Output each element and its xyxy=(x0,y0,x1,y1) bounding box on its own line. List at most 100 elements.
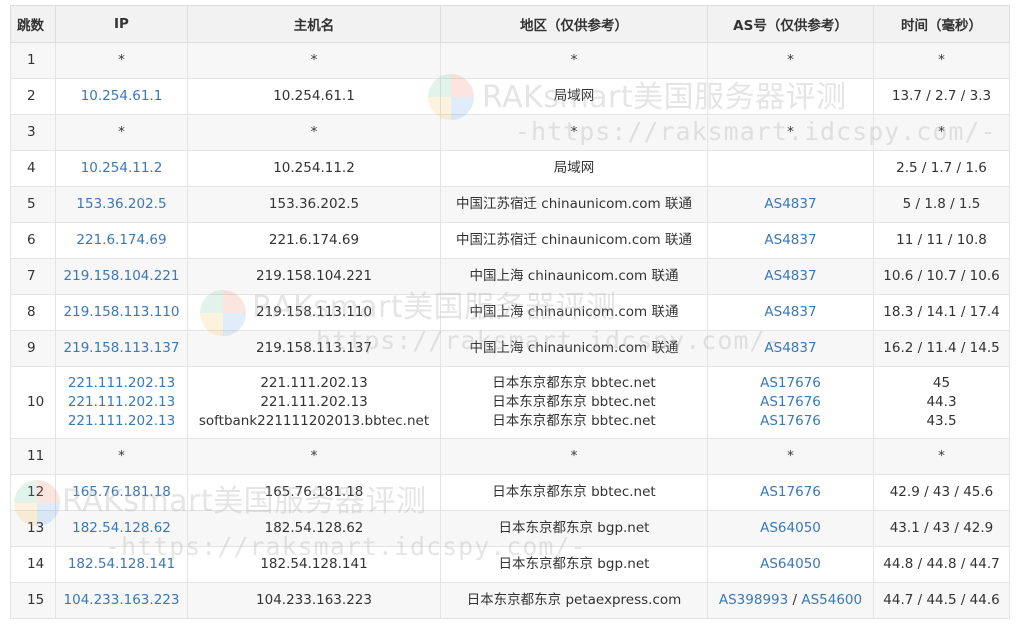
ip-cell: 165.76.181.18 xyxy=(55,474,188,511)
header-time: 时间（毫秒） xyxy=(873,5,1010,43)
as-cell: AS4837 xyxy=(707,222,874,259)
hostname-cell: 104.233.163.223 xyxy=(187,582,441,619)
as-link[interactable]: AS17676 xyxy=(708,412,873,431)
as-cell: * xyxy=(707,42,874,79)
hostname-line: softbank221111202013.bbtec.net xyxy=(198,413,430,429)
table-row: 3 * * * * * xyxy=(10,114,1010,151)
table-row: 5 153.36.202.5 153.36.202.5 中国江苏宿迁 china… xyxy=(10,186,1010,223)
hop-cell: 2 xyxy=(10,78,56,115)
header-hostname: 主机名 xyxy=(187,5,441,43)
time-cell: 10.6 / 10.7 / 10.6 xyxy=(873,258,1010,295)
as-cell xyxy=(707,78,874,115)
ip-link[interactable]: 10.254.61.1 xyxy=(81,88,163,104)
table-row: 10 221.111.202.13 221.111.202.13 221.111… xyxy=(10,366,1010,439)
as-link[interactable]: AS4837 xyxy=(764,196,816,212)
hostname-cell: 221.111.202.13 221.111.202.13 softbank22… xyxy=(187,366,441,439)
as-link[interactable]: AS398993 xyxy=(719,592,788,608)
ip-link[interactable]: 219.158.104.221 xyxy=(64,268,180,284)
hostname-cell: * xyxy=(187,438,441,475)
ip-cell: 153.36.202.5 xyxy=(55,186,188,223)
region-cell: 日本东京都东京 bbtec.net xyxy=(440,474,708,511)
hop-cell: 12 xyxy=(10,474,56,511)
ip-link[interactable]: 221.111.202.13 xyxy=(56,393,187,412)
ip-cell: 182.54.128.141 xyxy=(55,546,188,583)
ip-cell: 221.111.202.13 221.111.202.13 221.111.20… xyxy=(55,366,188,439)
ip-cell: 221.6.174.69 xyxy=(55,222,188,259)
hostname-cell: 182.54.128.141 xyxy=(187,546,441,583)
table-row: 6 221.6.174.69 221.6.174.69 中国江苏宿迁 china… xyxy=(10,222,1010,259)
ip-link[interactable]: 10.254.11.2 xyxy=(81,160,163,176)
as-link[interactable]: AS64050 xyxy=(760,520,821,536)
ip-link[interactable]: 182.54.128.141 xyxy=(68,556,175,572)
as-cell: * xyxy=(707,438,874,475)
region-line: 日本东京都东京 bbtec.net xyxy=(492,413,656,429)
as-link[interactable]: AS4837 xyxy=(764,304,816,320)
ip-cell: 219.158.113.137 xyxy=(55,330,188,367)
hop-cell: 10 xyxy=(10,366,56,439)
time-line: 45 xyxy=(932,375,951,391)
table-row: 11 * * * * * xyxy=(10,438,1010,475)
as-link[interactable]: AS64050 xyxy=(760,556,821,572)
ip-link[interactable]: 165.76.181.18 xyxy=(72,484,171,500)
as-link[interactable]: AS4837 xyxy=(764,232,816,248)
region-cell: 中国江苏宿迁 chinaunicom.com 联通 xyxy=(440,186,708,223)
as-cell: AS4837 xyxy=(707,330,874,367)
header-as: AS号（仅供参考） xyxy=(707,5,874,43)
table-row: 7 219.158.104.221 219.158.104.221 中国上海 c… xyxy=(10,258,1010,295)
table-header-row: 跳数 IP 主机名 地区（仅供参考） AS号（仅供参考） 时间（毫秒） xyxy=(10,5,1010,43)
hostname-cell: 219.158.104.221 xyxy=(187,258,441,295)
ip-link[interactable]: 221.6.174.69 xyxy=(76,232,166,248)
table-row: 15 104.233.163.223 104.233.163.223 日本东京都… xyxy=(10,582,1010,619)
as-link[interactable]: AS17676 xyxy=(760,484,821,500)
as-link[interactable]: AS54600 xyxy=(801,592,862,608)
hostname-line: 221.111.202.13 xyxy=(260,394,368,410)
ip-cell: * xyxy=(55,114,188,151)
ip-cell: * xyxy=(55,42,188,79)
table-row: 2 10.254.61.1 10.254.61.1 局域网 13.7 / 2.7… xyxy=(10,78,1010,115)
as-link[interactable]: AS4837 xyxy=(764,340,816,356)
hostname-cell: 221.6.174.69 xyxy=(187,222,441,259)
ip-link[interactable]: 219.158.113.137 xyxy=(64,340,180,356)
ip-link[interactable]: 221.111.202.13 xyxy=(56,374,187,393)
time-cell: 42.9 / 43 / 45.6 xyxy=(873,474,1010,511)
time-cell: * xyxy=(873,42,1010,79)
ip-link[interactable]: 153.36.202.5 xyxy=(76,196,166,212)
as-link[interactable]: AS4837 xyxy=(764,268,816,284)
region-cell: 局域网 xyxy=(440,78,708,115)
hostname-cell: * xyxy=(187,114,441,151)
as-cell: * xyxy=(707,114,874,151)
as-link[interactable]: AS17676 xyxy=(708,374,873,393)
hop-cell: 1 xyxy=(10,42,56,79)
header-region: 地区（仅供参考） xyxy=(440,5,708,43)
ip-cell: 10.254.11.2 xyxy=(55,150,188,187)
region-cell: 日本东京都东京 bbtec.net 日本东京都东京 bbtec.net 日本东京… xyxy=(440,366,708,439)
region-cell: * xyxy=(440,438,708,475)
time-cell: 2.5 / 1.7 / 1.6 xyxy=(873,150,1010,187)
ip-cell: * xyxy=(55,438,188,475)
region-cell: 中国江苏宿迁 chinaunicom.com 联通 xyxy=(440,222,708,259)
as-separator: / xyxy=(788,592,802,608)
region-cell: 中国上海 chinaunicom.com 联通 xyxy=(440,330,708,367)
hostname-cell: 165.76.181.18 xyxy=(187,474,441,511)
time-cell: 18.3 / 14.1 / 17.4 xyxy=(873,294,1010,331)
ip-link[interactable]: 104.233.163.223 xyxy=(64,592,180,608)
hostname-cell: 219.158.113.110 xyxy=(187,294,441,331)
region-cell: 中国上海 chinaunicom.com 联通 xyxy=(440,258,708,295)
hostname-line: 221.111.202.13 xyxy=(260,375,368,391)
hop-cell: 11 xyxy=(10,438,56,475)
ip-cell: 182.54.128.62 xyxy=(55,510,188,547)
time-line: 43.5 xyxy=(926,413,957,429)
time-cell: * xyxy=(873,114,1010,151)
region-cell: * xyxy=(440,42,708,79)
hop-cell: 5 xyxy=(10,186,56,223)
ip-link[interactable]: 221.111.202.13 xyxy=(56,412,187,431)
as-link[interactable]: AS17676 xyxy=(708,393,873,412)
hop-cell: 9 xyxy=(10,330,56,367)
ip-link[interactable]: 182.54.128.62 xyxy=(72,520,171,536)
ip-link[interactable]: 219.158.113.110 xyxy=(64,304,180,320)
time-cell: 43.1 / 43 / 42.9 xyxy=(873,510,1010,547)
region-cell: 日本东京都东京 bgp.net xyxy=(440,510,708,547)
time-cell: 45 44.3 43.5 xyxy=(873,366,1010,439)
as-cell: AS17676 xyxy=(707,474,874,511)
region-cell: 中国上海 chinaunicom.com 联通 xyxy=(440,294,708,331)
